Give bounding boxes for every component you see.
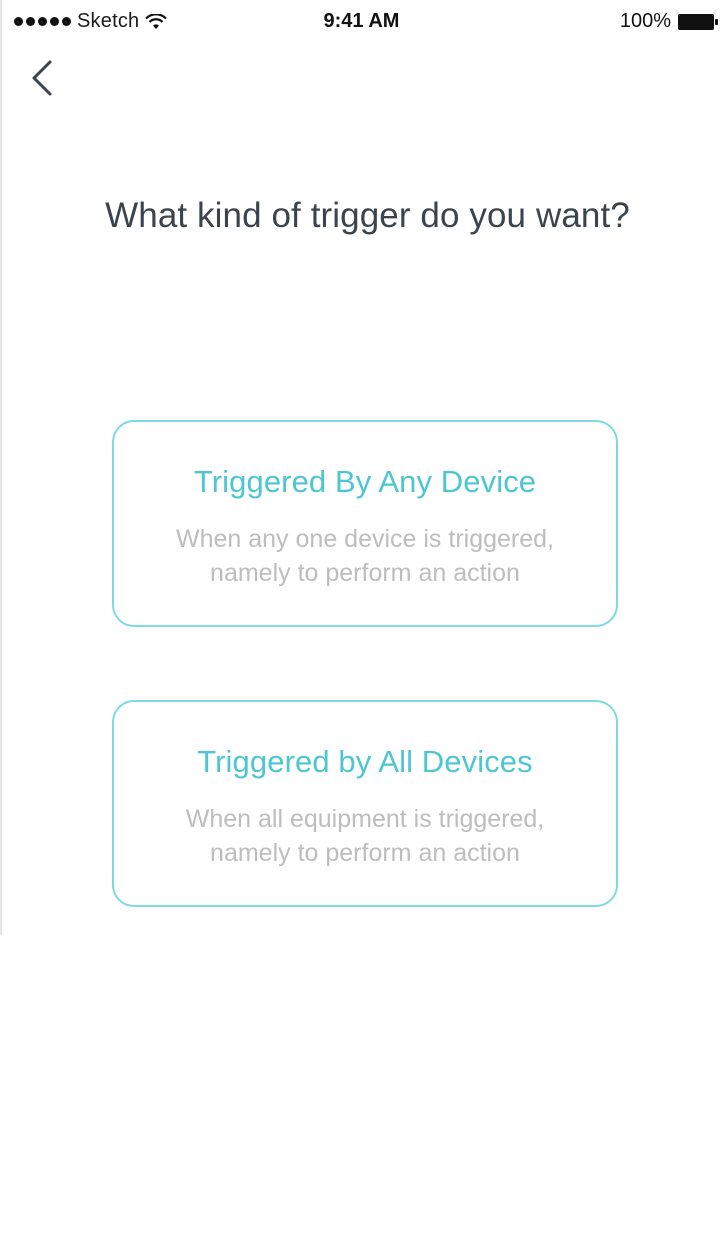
back-button[interactable] — [22, 52, 66, 102]
option-title: Triggered by All Devices — [197, 744, 533, 779]
option-description-line: namely to perform an action — [210, 559, 520, 587]
option-description-line: namely to perform an action — [210, 839, 520, 867]
option-description: When any one device is triggered, namely… — [114, 522, 616, 590]
option-description-line: When all equipment is triggered, — [185, 805, 545, 833]
option-any-device-card[interactable]: Triggered By Any Device When any one dev… — [112, 420, 618, 627]
option-description-line: When any one device is triggered, — [176, 525, 554, 553]
chevron-left-icon — [32, 60, 52, 96]
page-title: What kind of trigger do you want? — [105, 196, 630, 235]
status-bar: Sketch 9:41 AM 100% — [0, 0, 723, 44]
status-time: 9:41 AM — [323, 10, 400, 32]
status-right: 100% — [620, 10, 719, 33]
option-description: When all equipment is triggered, namely … — [114, 802, 616, 870]
option-title: Triggered By Any Device — [193, 464, 537, 499]
option-all-devices-card[interactable]: Triggered by All Devices When all equipm… — [112, 700, 618, 907]
screen-edge-line — [0, 0, 2, 935]
battery-icon — [678, 13, 718, 30]
battery-percentage: 100% — [619, 10, 671, 32]
